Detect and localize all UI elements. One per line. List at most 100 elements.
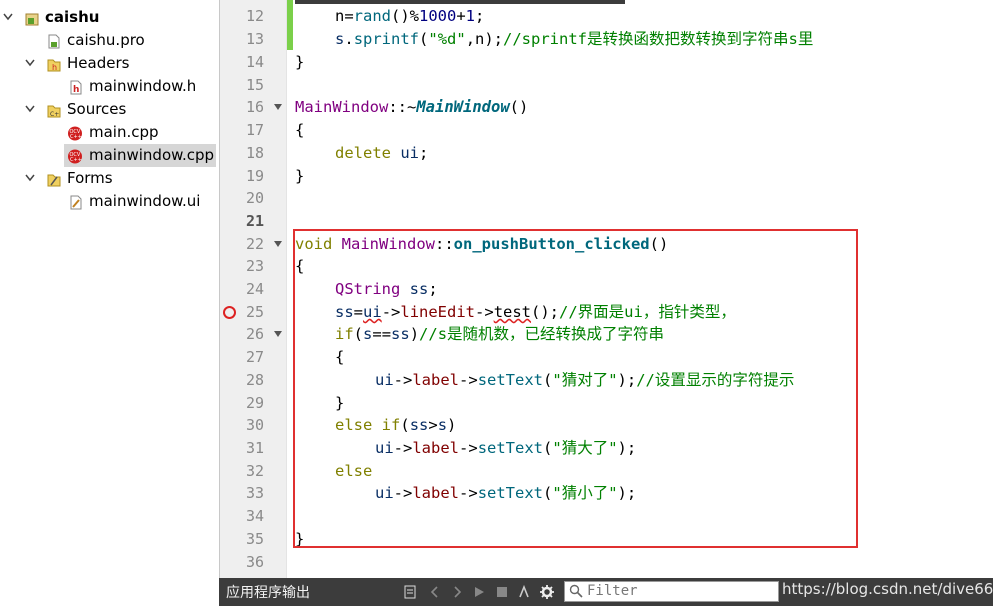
svg-text:C+: C+ [50,111,59,118]
header-file-label: mainwindow.h [89,77,197,95]
tree-item-ui-file[interactable]: mainwindow.ui [0,190,219,213]
line-number: 33 [245,484,264,502]
fold-toggle-icon[interactable] [274,331,282,337]
code-line[interactable]: 17 { [220,119,993,142]
code-line[interactable]: 26 if(s==ss)//s是随机数，已经转换成了字符串 [220,323,993,346]
line-number: 25 [245,303,264,321]
source-folder-icon: C+ [47,102,61,118]
output-pane-toolbar: 应用程序输出 Filter https://blog.csdn.net/dive… [219,578,993,606]
code-line[interactable]: 34 [220,505,993,528]
code-line[interactable]: 33 ui->label->setText("猜小了"); [220,482,993,505]
code-line[interactable]: 31 ui->label->setText("猜大了"); [220,437,993,460]
project-tree: caishu caishu.pro h Headers h mainwindow… [0,0,220,606]
tree-item-header-file[interactable]: h mainwindow.h [0,75,219,98]
code-line[interactable]: 30 else if(ss>s) [220,414,993,437]
project-icon [25,10,39,26]
code-line[interactable]: 15 [220,74,993,97]
chevron-down-icon[interactable] [24,98,36,121]
line-number: 22 [245,235,264,253]
filter-placeholder: Filter [587,583,638,599]
line-number: 21 [245,212,264,230]
sources-label: Sources [67,100,127,118]
line-number: 12 [245,7,264,25]
code-line[interactable]: 13 s.sprintf("%d",n);//sprintf是转换函数把数转换到… [220,28,993,51]
code-line[interactable]: 24 QString ss; [220,278,993,301]
svg-text:h: h [73,85,79,95]
line-number: 27 [245,348,264,366]
line-number: 34 [245,507,264,525]
tree-item-sources[interactable]: C+ Sources [0,98,219,121]
project-file-label: caishu.pro [67,31,145,49]
line-number: 35 [245,530,264,548]
previous-icon[interactable] [427,584,443,600]
line-number: 20 [245,189,264,207]
run-icon[interactable] [471,584,487,600]
code-line[interactable]: 20 [220,187,993,210]
chevron-down-icon[interactable] [24,52,36,75]
line-number: 14 [245,53,264,71]
code-line[interactable]: 35 } [220,528,993,551]
search-icon [569,584,583,604]
tree-item-project[interactable]: caishu [0,6,219,29]
line-number: 26 [245,325,264,343]
line-number: 31 [245,439,264,457]
clipped-toolbar [295,0,625,4]
stop-icon[interactable] [494,584,510,600]
forms-folder-icon [47,171,61,187]
next-icon[interactable] [449,584,465,600]
tree-item-forms[interactable]: Forms [0,167,219,190]
code-line[interactable]: 28 ui->label->setText("猜对了");//设置显示的字符提示 [220,369,993,392]
code-line[interactable]: 29 } [220,392,993,415]
main-cpp-label: main.cpp [89,123,159,141]
line-number: 15 [245,76,264,94]
font-increase-icon[interactable] [516,584,532,600]
code-line[interactable]: 12 n=rand()%1000+1; [220,5,993,28]
code-line[interactable]: 23 { [220,255,993,278]
chevron-down-icon[interactable] [2,6,14,29]
line-number: 36 [245,553,264,571]
line-number: 24 [245,280,264,298]
code-line[interactable]: 25 ss=ui->lineEdit->test();//界面是ui，指针类型， [220,301,993,324]
cpp-file-icon: OCV C++ [67,125,83,141]
line-number: 28 [245,371,264,389]
project-name: caishu [45,8,100,26]
code-line[interactable]: 36 [220,551,993,574]
line-number: 16 [245,98,264,116]
filter-input[interactable]: Filter [564,581,779,602]
line-number: 29 [245,394,264,412]
header-folder-icon: h [47,56,61,72]
forms-label: Forms [67,169,113,187]
code-line-current[interactable]: 21 [220,210,993,233]
tree-item-mainwindow-cpp[interactable]: OCV C++ mainwindow.cpp [64,144,216,167]
pro-file-icon [47,33,61,49]
gear-icon[interactable] [539,584,555,600]
tree-item-headers[interactable]: h Headers [0,52,219,75]
tree-item-project-file[interactable]: caishu.pro [0,29,219,52]
ui-file-label: mainwindow.ui [89,192,201,210]
line-number: 30 [245,416,264,434]
fold-toggle-icon[interactable] [274,241,282,247]
tree-item-main-cpp[interactable]: OCV C++ main.cpp [0,121,219,144]
code-line[interactable]: 22 void MainWindow::on_pushButton_clicke… [220,233,993,256]
code-line[interactable]: 27 { [220,346,993,369]
code-line[interactable]: 14 } [220,51,993,74]
line-number: 19 [245,167,264,185]
output-pane-title: 应用程序输出 [226,585,310,601]
clear-output-icon[interactable] [402,584,418,600]
code-line[interactable]: 18 delete ui; [220,142,993,165]
h-file-icon: h [69,79,83,95]
code-line[interactable]: 16 MainWindow::~MainWindow() [220,96,993,119]
chevron-down-icon[interactable] [24,167,36,190]
code-line[interactable]: 19 } [220,165,993,188]
svg-text:h: h [52,63,57,72]
watermark-text: https://blog.csdn.net/dive668 [782,580,993,598]
code-editor[interactable]: 12 n=rand()%1000+1; 13 s.sprintf("%d",n)… [220,0,993,578]
line-number: 17 [245,121,264,139]
line-number: 13 [245,30,264,48]
line-number: 32 [245,462,264,480]
line-number: 23 [245,257,264,275]
ui-file-icon [69,194,83,210]
code-line[interactable]: 32 else [220,460,993,483]
fold-toggle-icon[interactable] [274,104,282,110]
mainwindow-cpp-label: mainwindow.cpp [89,146,215,164]
